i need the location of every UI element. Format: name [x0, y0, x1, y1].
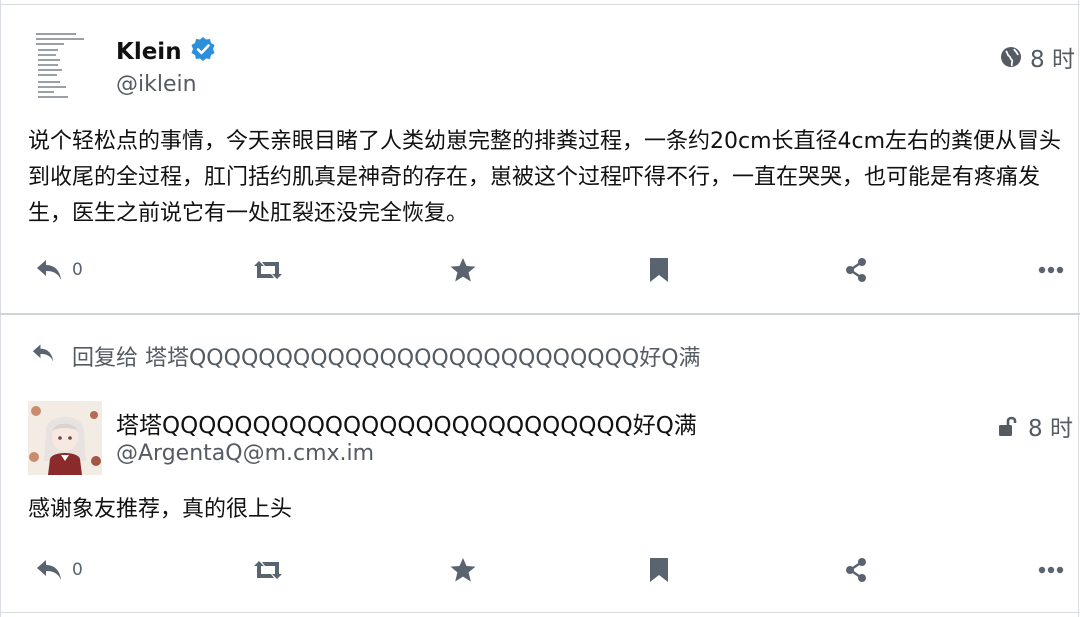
- reply-icon: [34, 557, 64, 583]
- reply-indicator-icon: [30, 342, 56, 370]
- post-content: 感谢象友推荐，真的很上头: [28, 497, 293, 522]
- more-button[interactable]: [1038, 550, 1064, 590]
- bookmark-icon: [648, 257, 670, 283]
- bookmark-button[interactable]: [648, 550, 670, 590]
- post-time[interactable]: 8 时: [1000, 40, 1075, 74]
- star-icon: [449, 257, 477, 283]
- avatar-argentaq[interactable]: [28, 401, 102, 475]
- divider-bottom: [0, 612, 1080, 613]
- author-handle[interactable]: @ArgentaQ@m.cmx.im: [116, 441, 374, 466]
- divider-posts: [0, 313, 1080, 315]
- bookmark-icon: [648, 557, 670, 583]
- boost-icon: [251, 258, 285, 282]
- author-name[interactable]: 塔塔QQQQQQQQQQQQQQQQQQQQQQQQQQ好Q满: [116, 406, 697, 440]
- reply-count: 0: [72, 260, 83, 280]
- boost-button[interactable]: [251, 550, 285, 590]
- share-button[interactable]: [843, 250, 869, 290]
- verified-badge-icon: [190, 36, 216, 68]
- reply-button[interactable]: 0: [34, 250, 83, 290]
- time-text: 8 时: [1030, 47, 1075, 73]
- more-button[interactable]: [1038, 250, 1064, 290]
- more-icon: [1038, 266, 1064, 274]
- more-icon: [1038, 566, 1064, 574]
- reply-to-label: 回复给 塔塔QQQQQQQQQQQQQQQQQQQQQQQQQQ好Q满: [72, 346, 701, 371]
- reply-count: 0: [72, 560, 83, 580]
- avatar-klein[interactable]: [28, 29, 102, 103]
- author-handle[interactable]: @iklein: [116, 72, 197, 97]
- boost-button[interactable]: [251, 250, 285, 290]
- favourite-button[interactable]: [449, 250, 477, 290]
- author-name-text: 塔塔QQQQQQQQQQQQQQQQQQQQQQQQQQ好Q满: [116, 413, 697, 439]
- reply-to-indicator[interactable]: 回复给 塔塔QQQQQQQQQQQQQQQQQQQQQQQQQQ好Q满: [30, 340, 701, 372]
- time-text: 8 时: [1028, 416, 1073, 442]
- reply-icon: [34, 257, 64, 283]
- post-actions: 0: [0, 250, 1080, 290]
- divider-top: [0, 4, 1080, 5]
- favourite-button[interactable]: [449, 550, 477, 590]
- star-icon: [449, 557, 477, 583]
- author-name-text: Klein: [116, 39, 182, 65]
- boost-icon: [251, 558, 285, 582]
- post-content: 说个轻松点的事情，今天亲眼目睹了人类幼崽完整的排粪过程，一条约20cm长直径4c…: [28, 129, 1062, 226]
- post-time[interactable]: 8 时: [998, 409, 1073, 443]
- unlock-icon: [998, 415, 1020, 437]
- author-name[interactable]: Klein: [116, 36, 216, 68]
- reply-button[interactable]: 0: [34, 550, 83, 590]
- share-icon: [843, 257, 869, 283]
- share-icon: [843, 557, 869, 583]
- bookmark-button[interactable]: [648, 250, 670, 290]
- post-actions: 0: [0, 550, 1080, 590]
- share-button[interactable]: [843, 550, 869, 590]
- globe-icon: [1000, 46, 1022, 68]
